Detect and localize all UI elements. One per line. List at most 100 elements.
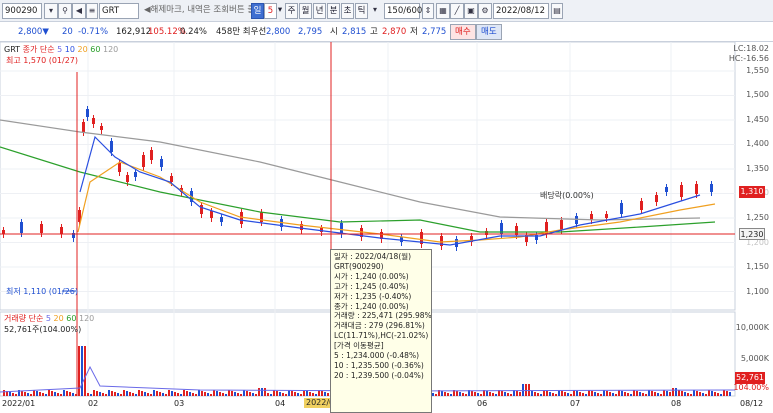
- volume-bar: [669, 392, 671, 396]
- volume-bar: [294, 392, 296, 396]
- save-icon[interactable]: ▣: [464, 3, 478, 19]
- candle-body: [134, 172, 137, 177]
- period-week-button[interactable]: 주: [285, 3, 298, 19]
- volume-bar: [648, 390, 650, 396]
- volume-bar: [123, 390, 125, 396]
- candle-body: [210, 211, 213, 218]
- buy-button[interactable]: 매수: [450, 24, 476, 40]
- candle-body: [240, 212, 243, 224]
- volume-bar: [441, 391, 443, 396]
- volume-bar: [621, 391, 623, 396]
- volume-bar: [204, 392, 206, 396]
- period-second-button[interactable]: 초: [341, 3, 354, 19]
- bid-price: 2,795: [298, 27, 323, 37]
- volume-bar: [27, 393, 29, 396]
- volume-bar: [531, 391, 533, 396]
- candle-body: [40, 224, 43, 233]
- prev-arrow-icon[interactable]: ◀: [72, 3, 86, 19]
- sell-button[interactable]: 매도: [476, 24, 502, 40]
- candle-body: [142, 155, 145, 167]
- candle-body: [455, 239, 458, 247]
- gear-icon[interactable]: ⚙: [478, 3, 492, 19]
- volume-bar: [195, 394, 197, 396]
- volume-bar: [111, 391, 113, 396]
- volume-bar: [120, 394, 122, 396]
- volume-bar: [477, 393, 479, 396]
- volume-bar: [600, 394, 602, 396]
- volume-bar: [291, 391, 293, 396]
- candle-body: [655, 195, 658, 202]
- candle-body: [110, 141, 113, 152]
- volume-bar: [159, 392, 161, 396]
- volume-bar: [624, 392, 626, 396]
- volume-bar: [462, 393, 464, 396]
- y-tick: 1,150: [746, 262, 769, 271]
- volume-bar: [315, 394, 317, 396]
- volume-bar: [690, 394, 692, 396]
- settings-grid-icon[interactable]: ▦: [436, 3, 450, 19]
- quote-bar: 2,800▼ 20 -0.71% 162,912 105.12% 0.24% 4…: [0, 22, 773, 42]
- y-tick: 1,100: [746, 287, 769, 296]
- volume-bar: [102, 393, 104, 396]
- volume-bar: [501, 391, 503, 396]
- volume-bar: [489, 392, 491, 396]
- volume-bar: [324, 392, 326, 396]
- volume-bar: [456, 391, 458, 396]
- volume-legend: 거래량 단순 5 20 60 120: [4, 314, 94, 324]
- date-field[interactable]: 2022/08/12: [493, 3, 549, 19]
- volume-bar: [264, 388, 266, 396]
- period-tick-button[interactable]: 틱: [355, 3, 368, 19]
- volume-bar: [609, 392, 611, 396]
- y-tick: 1,550: [746, 66, 769, 75]
- volume-bar: [156, 391, 158, 396]
- candle-body: [695, 184, 698, 194]
- chart-area[interactable]: GRT 종가 단순 5 10 20 60 120 최고 1,570 (01/27…: [0, 42, 773, 413]
- period-minute-button[interactable]: 분: [327, 3, 340, 19]
- chevron-down-icon[interactable]: ▾: [370, 3, 380, 19]
- volume-bar: [717, 393, 719, 396]
- candle-body: [640, 201, 643, 210]
- volume-bar: [714, 392, 716, 396]
- volume-bar: [312, 393, 314, 396]
- volume-bar: [66, 391, 68, 396]
- y-tick: 1,450: [746, 115, 769, 124]
- period-year-button[interactable]: 년: [313, 3, 326, 19]
- best-quote-note: 458만 최우선: [216, 27, 267, 37]
- volume-bar: [117, 393, 119, 396]
- volume-bar: [564, 392, 566, 396]
- stepper-icon[interactable]: ⇕: [422, 3, 434, 19]
- x-tick: 08/12: [740, 399, 764, 408]
- volume-bar: [273, 390, 275, 396]
- ask-price: 2,800: [266, 27, 291, 37]
- calendar-icon[interactable]: ▤: [551, 3, 563, 19]
- volume-bar: [249, 392, 251, 396]
- tooltip-line: 20 : 1,239.500 (-0.04%): [334, 370, 424, 380]
- chevron-down-icon[interactable]: ▾: [276, 3, 284, 19]
- period-month-button[interactable]: 월: [299, 3, 312, 19]
- search-icon[interactable]: ⚲: [58, 3, 72, 19]
- period-day-button[interactable]: 일: [251, 3, 264, 19]
- volume-y-tick: 10,000K: [735, 323, 769, 332]
- bar-count-input[interactable]: 150/600: [384, 3, 422, 19]
- volume-bar: [591, 391, 593, 396]
- tooltip-line: LC(11.71%),HC(-21.02%): [334, 331, 429, 341]
- volume-value: 162,912: [116, 27, 152, 37]
- stock-code-input[interactable]: 900290: [2, 3, 42, 19]
- candle-body: [86, 109, 89, 117]
- candle-body: [170, 176, 173, 182]
- menu-icon[interactable]: ≡: [86, 3, 98, 19]
- volume-bar: [687, 393, 689, 396]
- volume-bar: [636, 391, 638, 396]
- line-tool-icon[interactable]: ╱: [450, 3, 464, 19]
- code-dropdown-icon[interactable]: ▾: [44, 3, 58, 19]
- volume-bar: [36, 391, 38, 396]
- volume-bar: [81, 346, 83, 396]
- volume-bar: [447, 393, 449, 396]
- volume-bar: [141, 391, 143, 396]
- volume-bar: [525, 384, 527, 396]
- candle-body: [126, 175, 129, 182]
- tooltip-line: [가격 이동평균]: [334, 341, 384, 351]
- volume-bar: [231, 391, 233, 396]
- volume-bar: [663, 390, 665, 396]
- y-tick: 1,500: [746, 90, 769, 99]
